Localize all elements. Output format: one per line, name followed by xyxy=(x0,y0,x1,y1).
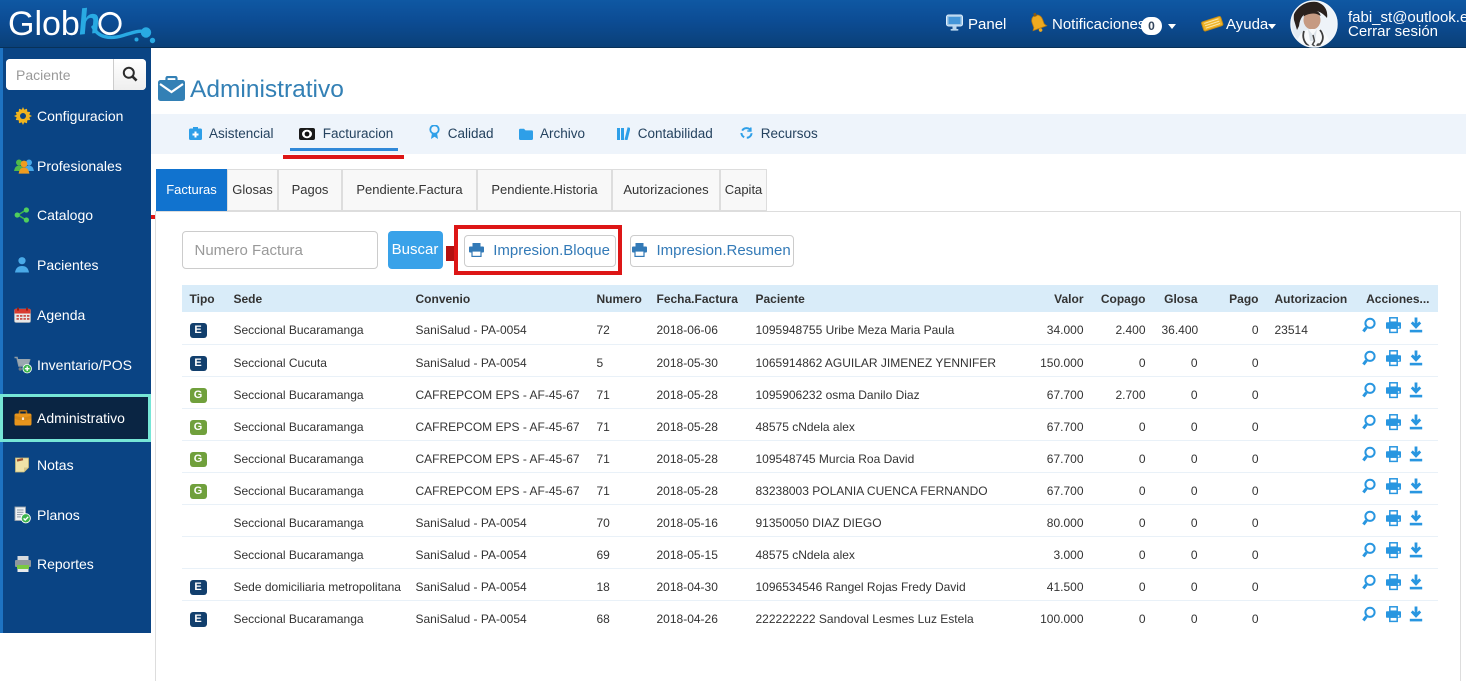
svg-text:Glob: Glob xyxy=(8,5,80,43)
svg-text:h: h xyxy=(76,2,102,43)
